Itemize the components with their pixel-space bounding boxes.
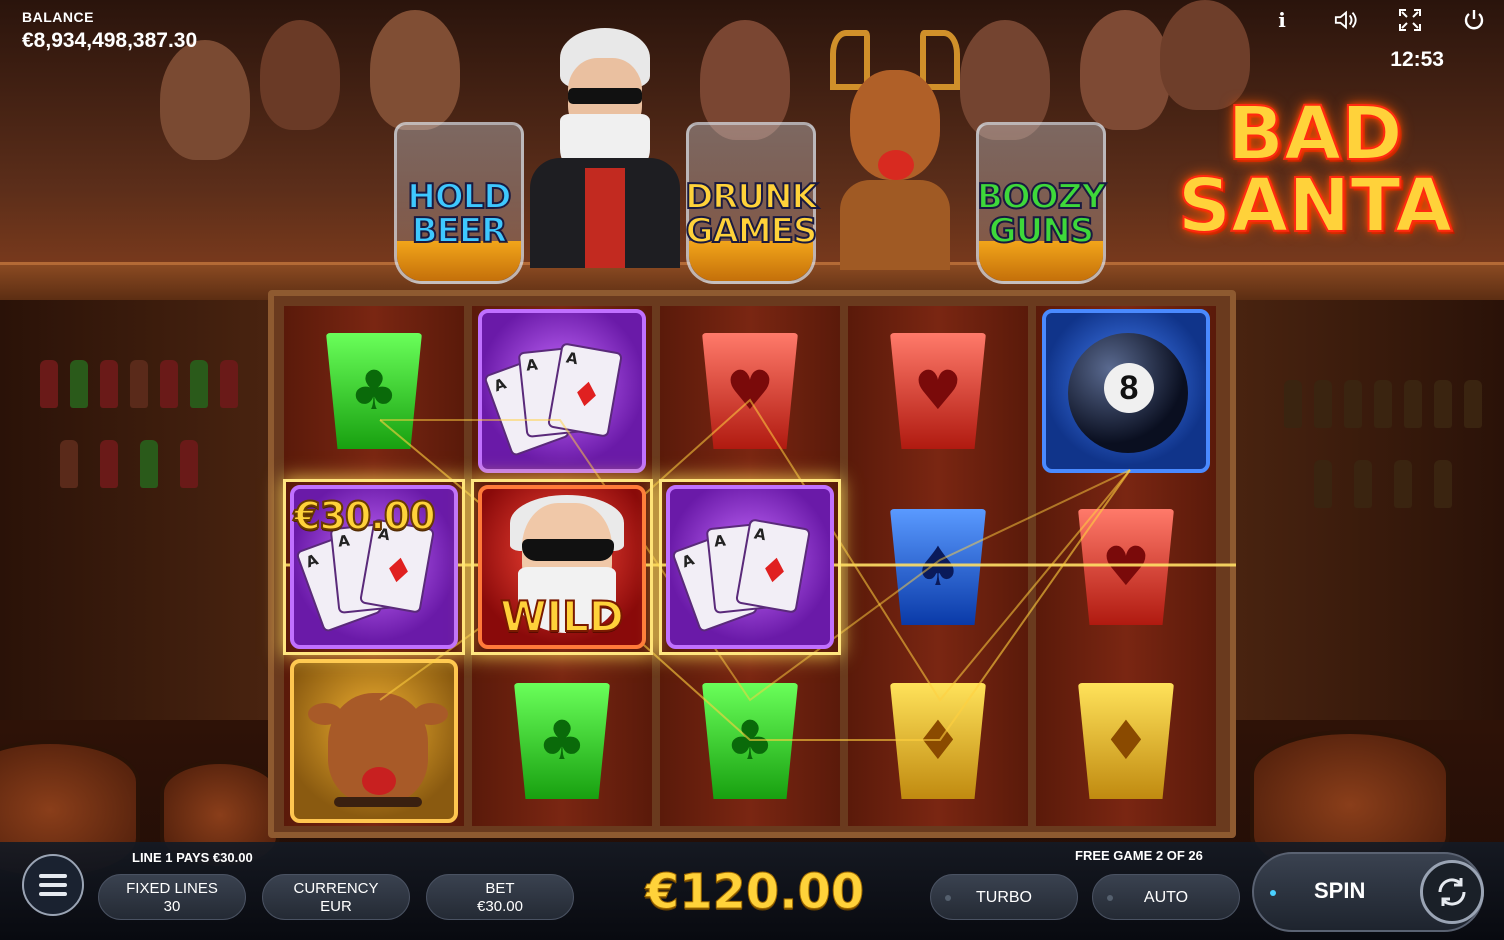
wild-label: WILD	[499, 591, 625, 642]
feature-line2: GUNS	[988, 211, 1095, 251]
reel-grid: ♣ A A A ♦ €30.00 A A A ♦ WILD ♣ ♥ A A A …	[268, 290, 1236, 838]
reel-3: ♥ A A A ♦ ♣	[659, 306, 841, 826]
symbol-purple-aces: A A A ♦	[474, 306, 650, 476]
auto-label: AUTO	[1143, 889, 1189, 906]
symbol-yellow-diamond-shot: ♦	[1038, 656, 1214, 826]
clock: 12:53	[1390, 48, 1444, 71]
reel-4: ♥ ♠ ♦	[848, 306, 1028, 826]
logo-line2: SANTA	[1177, 163, 1454, 249]
symbol-green-club-shot: ♣	[286, 306, 462, 476]
bet-label: BET	[485, 880, 515, 897]
line-pays-text: LINE 1 PAYS €30.00	[132, 850, 253, 865]
symbol-blue-eight-ball: 8	[1038, 306, 1214, 476]
spin-label: SPIN	[1314, 878, 1366, 903]
fixed-lines-label: FIXED LINES	[126, 880, 218, 897]
fullscreen-icon[interactable]	[1398, 8, 1422, 32]
reel-2: A A A ♦ WILD ♣	[471, 306, 653, 826]
reel-5: 8 ♥ ♦	[1036, 306, 1216, 826]
feature-line1: BOOZY	[976, 177, 1107, 217]
reindeer-character	[820, 30, 970, 270]
symbol-wild-santa: WILD	[471, 479, 653, 655]
feature-line2: GAMES	[685, 211, 819, 251]
symbol-red-heart-shot: ♥	[850, 306, 1026, 476]
symbol-yellow-diamond-shot: ♦	[850, 656, 1026, 826]
feature-line1: HOLD	[406, 177, 512, 217]
fixed-lines-value: 30	[163, 898, 181, 915]
total-win-amount: €120.00	[645, 864, 865, 921]
bottom-control-bar: LINE 1 PAYS €30.00 FREE GAME 2 OF 26 FIX…	[0, 842, 1504, 940]
auto-toggle[interactable]: AUTO	[1092, 874, 1240, 920]
spin-indicator-icon	[1270, 890, 1276, 896]
symbol-red-heart-shot: ♥	[1038, 482, 1214, 652]
santa-character	[530, 18, 680, 268]
symbol-green-club-shot: ♣	[474, 656, 650, 826]
balance-value: €8,934,498,387.30	[22, 29, 198, 52]
game-logo: BAD SANTA	[1160, 91, 1470, 249]
hold-beer-feature-glass: HOLD BEER	[384, 122, 534, 287]
sound-icon[interactable]	[1334, 8, 1358, 32]
spin-button[interactable]: SPIN	[1252, 852, 1484, 932]
bet-button[interactable]: BET €30.00	[426, 874, 574, 920]
turbo-toggle[interactable]: TURBO	[930, 874, 1078, 920]
balance-label: BALANCE	[22, 9, 94, 25]
bottle-shelf-left	[0, 300, 280, 720]
symbol-reindeer	[286, 656, 462, 826]
symbol-green-club-shot: ♣	[662, 656, 838, 826]
feature-line1: DRUNK	[684, 177, 819, 217]
currency-button[interactable]: CURRENCY EUR	[262, 874, 410, 920]
hud-icon-bar: i	[1270, 8, 1486, 32]
symbol-blue-spade-shot: ♠	[850, 482, 1026, 652]
symbol-win-amount: €30.00	[293, 493, 437, 539]
info-icon[interactable]: i	[1270, 8, 1294, 32]
hamburger-icon	[39, 874, 67, 878]
currency-label: CURRENCY	[293, 880, 379, 897]
balance-display: BALANCE €8,934,498,387.30	[22, 9, 197, 53]
bet-value: €30.00	[477, 898, 523, 915]
logo-line1: BAD	[1226, 91, 1403, 177]
turbo-indicator-icon	[945, 895, 951, 901]
spin-arrows-icon[interactable]	[1420, 860, 1484, 924]
free-game-counter: FREE GAME 2 OF 26	[1075, 848, 1203, 863]
power-icon[interactable]	[1462, 8, 1486, 32]
feature-line2: BEER	[411, 211, 509, 251]
boozy-guns-feature-glass: BOOZY GUNS	[966, 122, 1116, 287]
turbo-label: TURBO	[976, 889, 1032, 906]
symbol-red-heart-shot: ♥	[662, 306, 838, 476]
auto-indicator-icon	[1107, 895, 1113, 901]
bottle-shelf-right	[1224, 300, 1504, 720]
reel-1: ♣ A A A ♦	[283, 306, 465, 826]
fixed-lines-button[interactable]: FIXED LINES 30	[98, 874, 246, 920]
currency-value: EUR	[320, 898, 352, 915]
menu-button[interactable]	[22, 854, 84, 916]
symbol-purple-aces: A A A ♦	[659, 479, 841, 655]
drunk-games-feature-glass: DRUNK GAMES	[676, 122, 826, 287]
